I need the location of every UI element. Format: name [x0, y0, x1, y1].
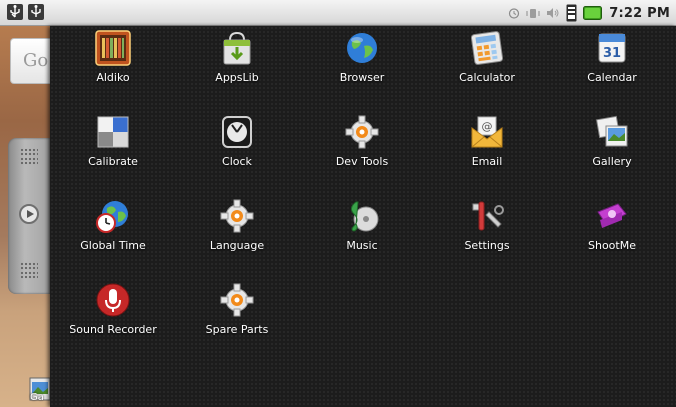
grip-icon: [20, 157, 38, 165]
app-spare-parts[interactable]: Spare Parts: [175, 278, 299, 360]
app-label: AppsLib: [215, 71, 259, 84]
clock-icon: [222, 116, 252, 148]
app-label: Gallery: [592, 155, 632, 168]
app-drawer[interactable]: Aldiko AppsLib Browser Calculator 31 Cal…: [50, 26, 676, 407]
app-email[interactable]: @ Email: [425, 110, 549, 192]
tools-icon: [472, 201, 504, 231]
photos-icon: [596, 115, 628, 147]
grip-icon: [20, 262, 38, 270]
app-label: Calculator: [459, 71, 515, 84]
envelope-icon: @: [471, 116, 503, 148]
status-time: 7:22 PM: [609, 5, 670, 21]
app-label: Global Time: [80, 239, 146, 252]
gear-icon: [220, 199, 254, 233]
volume-icon: [547, 8, 559, 18]
books-icon: [95, 30, 131, 66]
battery-icon: [583, 6, 603, 20]
usb-icon: [7, 4, 23, 20]
app-label: ShootMe: [588, 239, 636, 252]
app-label: Aldiko: [96, 71, 130, 84]
app-label: Dev Tools: [335, 155, 389, 168]
app-label: Calibrate: [88, 155, 138, 168]
svg-text:@: @: [482, 120, 493, 133]
app-sound-recorder[interactable]: Sound Recorder: [51, 278, 175, 360]
status-bar: 7:22 PM: [0, 0, 676, 26]
camera-icon: [597, 203, 627, 228]
calculator-icon: [470, 31, 504, 65]
home-screen-wallpaper: Go: [0, 26, 51, 407]
app-label: Clock: [222, 155, 252, 168]
calendar-icon: 31: [598, 33, 626, 63]
app-shootme[interactable]: ShootMe: [550, 194, 674, 276]
app-label: Language: [209, 239, 265, 252]
grip-icon: [20, 271, 38, 279]
app-calendar[interactable]: 31 Calendar: [550, 26, 674, 108]
gear-icon: [345, 115, 379, 149]
microphone-icon: [96, 283, 130, 317]
app-label: Sound Recorder: [69, 323, 157, 336]
search-widget[interactable]: Go: [10, 38, 51, 84]
signal-icon: [566, 4, 577, 22]
app-label: Calendar: [587, 71, 637, 84]
usb-debug-icon: [28, 4, 44, 20]
app-gallery[interactable]: Gallery: [550, 110, 674, 192]
app-label: Music: [346, 239, 378, 252]
app-dev-tools[interactable]: Dev Tools: [300, 110, 424, 192]
app-calculator[interactable]: Calculator: [425, 26, 549, 108]
globe-clock-icon: [96, 201, 128, 233]
grip-icon: [20, 148, 38, 156]
app-music[interactable]: Music: [300, 194, 424, 276]
app-aldiko[interactable]: Aldiko: [51, 26, 175, 108]
vibrate-icon: [526, 9, 540, 18]
app-language[interactable]: Language: [175, 194, 299, 276]
calibrate-icon: [97, 116, 129, 148]
app-label: Browser: [339, 71, 385, 84]
calendar-day-text: 31: [603, 46, 621, 61]
app-settings[interactable]: Settings: [425, 194, 549, 276]
gear-icon: [220, 283, 254, 317]
search-widget-label: Go: [23, 50, 49, 71]
gallery-shortcut-label: Ga: [30, 392, 44, 403]
app-clock[interactable]: Clock: [175, 110, 299, 192]
app-global-time[interactable]: Global Time: [51, 194, 175, 276]
shopping-bag-icon: [223, 31, 251, 65]
music-icon: [350, 201, 379, 232]
globe-icon: [347, 33, 377, 63]
app-calibrate[interactable]: Calibrate: [51, 110, 175, 192]
app-appslib[interactable]: AppsLib: [175, 26, 299, 108]
app-label: Email: [471, 155, 503, 168]
drawer-handle[interactable]: [8, 138, 50, 294]
app-label: Spare Parts: [205, 323, 269, 336]
alarm-icon: [509, 8, 520, 19]
drawer-toggle-button[interactable]: [19, 204, 39, 224]
app-label: Settings: [464, 239, 510, 252]
app-browser[interactable]: Browser: [300, 26, 424, 108]
